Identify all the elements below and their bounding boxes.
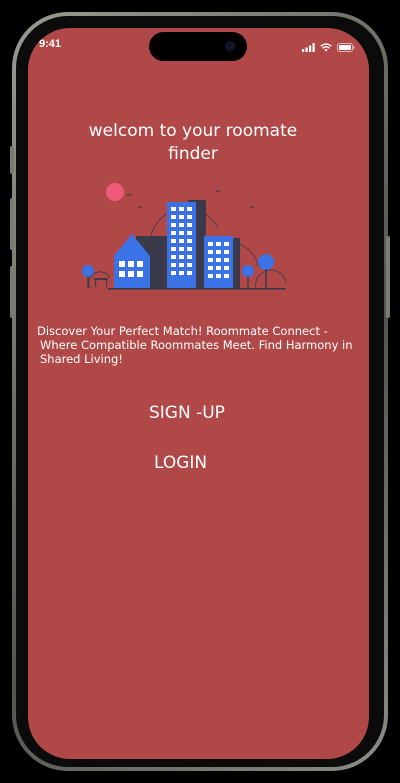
welcome-title: welcom to your roomate finder <box>68 120 318 166</box>
welcome-title-line2: finder <box>168 144 218 164</box>
silent-switch <box>10 146 14 174</box>
description-line2: Where Compatible Roommates Meet. Find Ha… <box>40 338 353 352</box>
description-line1: Discover Your Perfect Match! Roommate Co… <box>37 324 328 338</box>
description-text: Discover Your Perfect Match! Roommate Co… <box>37 324 367 366</box>
status-time: 9:41 <box>39 38 62 50</box>
status-icons <box>302 42 355 52</box>
app-screen: 9:41 welcom to your roomate finder Disco… <box>28 28 369 759</box>
wifi-icon <box>320 42 332 52</box>
status-bar: 9:41 <box>28 28 369 64</box>
city-buildings-illustration <box>82 183 287 290</box>
signup-button[interactable]: SIGN -UP <box>149 403 225 423</box>
volume-down-button <box>10 266 14 318</box>
cellular-signal-icon <box>302 42 315 52</box>
power-button <box>386 236 390 318</box>
login-button[interactable]: LOGIN <box>154 453 207 473</box>
dynamic-island <box>149 32 247 61</box>
description-line3: Shared Living! <box>40 352 123 366</box>
volume-up-button <box>10 198 14 250</box>
battery-icon <box>337 42 355 52</box>
camera-icon <box>225 41 235 51</box>
sun-icon <box>106 183 124 201</box>
welcome-title-line1: welcom to your roomate <box>88 121 298 141</box>
